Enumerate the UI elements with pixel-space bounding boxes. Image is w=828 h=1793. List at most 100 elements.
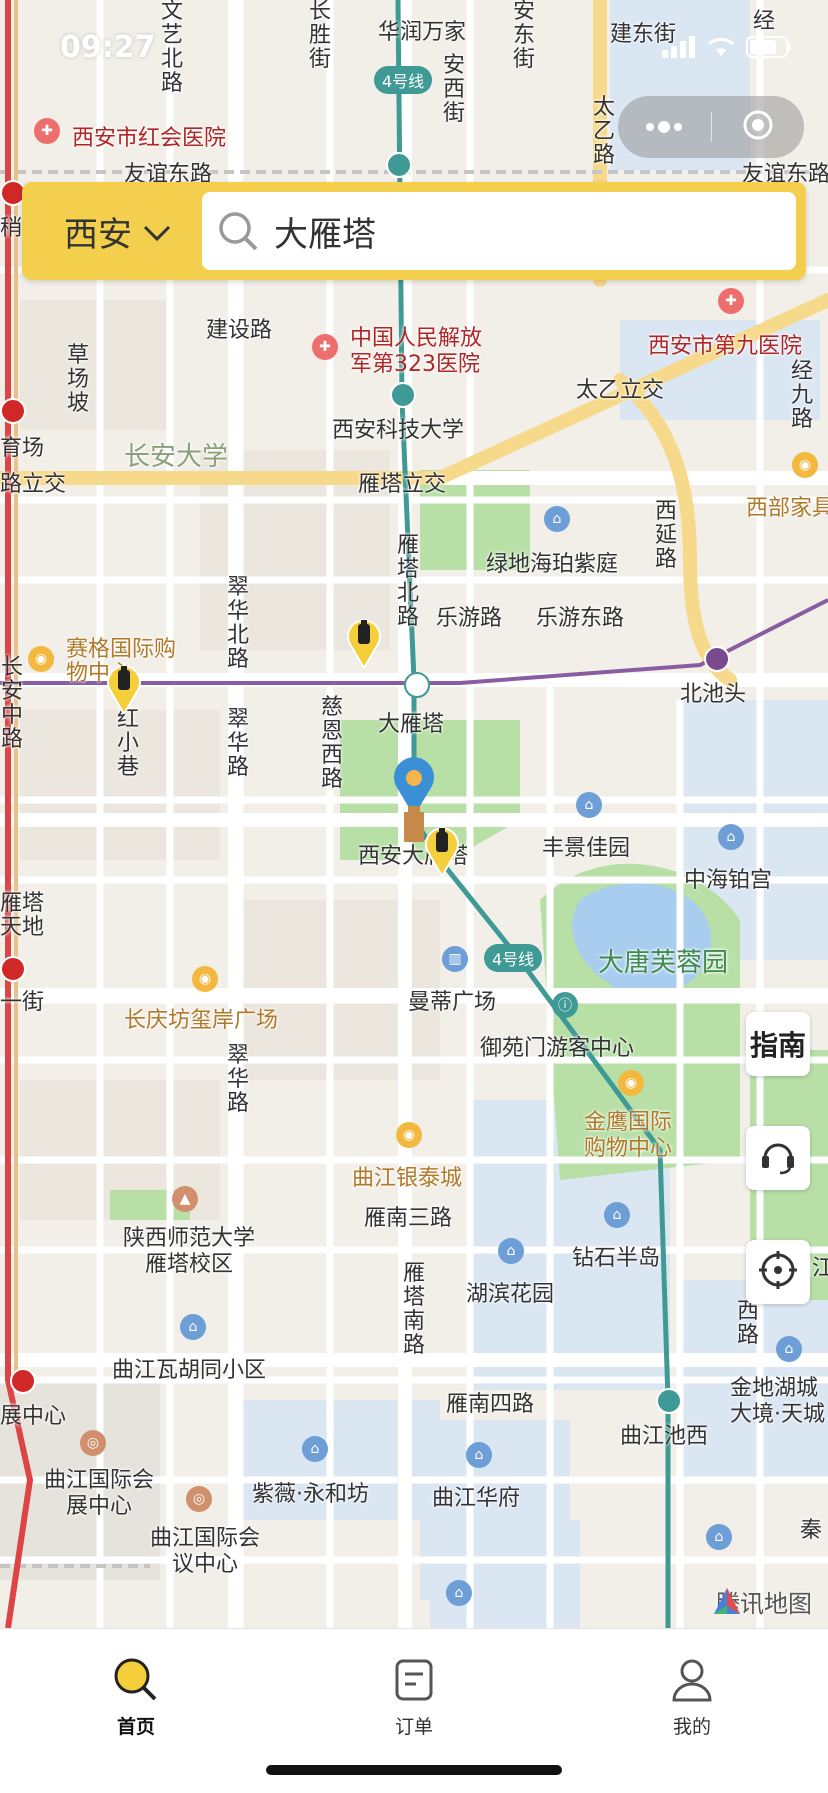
hospital-icon: ✚ [34,118,60,144]
residence-icon: ⌂ [706,1524,732,1550]
map-label[interactable]: 金地湖城大境·天城 [730,1376,828,1428]
metro-station-icon [10,1368,36,1394]
map-label: 草场坡 [66,343,89,416]
shopping-icon: ◉ [396,1122,422,1148]
map-label: 展中心 [0,1404,67,1429]
metro-station-icon [0,956,26,982]
tab-label: 我的 [672,1716,711,1738]
map-label: 长安中路 [0,655,23,752]
map-label[interactable]: 西安市第九医院 [648,328,802,360]
map-label: 建设路 [206,318,273,343]
map-label: 乐游东路 [536,606,625,631]
home-indicator [266,1765,562,1775]
status-icons [662,36,792,62]
search-icon [216,209,260,253]
map-label: 雁塔立交 [358,472,447,497]
metro-station-icon [704,646,730,672]
guide-button[interactable]: 指南 [746,1012,810,1076]
map-label: 路立交 [0,472,67,497]
map-label[interactable]: 西安科技大学 [332,412,464,444]
tab-home[interactable]: 首页 [56,1629,216,1739]
map-label: 乐游路 [436,606,503,631]
tab-bar: 首页 订单 我的 [0,1628,828,1793]
map-label[interactable]: 丰景佳园 [542,830,630,862]
map-label: 育场 [0,436,45,461]
residence-icon: ⌂ [576,792,602,818]
map-label[interactable]: 西部家具 [746,490,828,522]
map-label: 慈恩西路 [320,695,343,792]
locate-me-button[interactable] [746,1240,810,1304]
map-label[interactable]: 曲江华府 [432,1480,520,1512]
tab-profile[interactable]: 我的 [612,1629,772,1739]
map-label[interactable]: 曲江银泰城 [352,1160,462,1192]
map-label[interactable]: 中海铂宫 [684,862,772,894]
map-label[interactable]: 长安大学 [124,436,228,473]
map-label[interactable]: 曲江国际会展中心 [44,1468,154,1520]
metro-station-icon [0,398,26,424]
shopping-icon: ◉ [192,966,218,992]
status-time: 09:27 [60,30,156,65]
order-list-icon [394,1658,434,1706]
map-label: 雁塔天地 [0,891,45,940]
location-marker-icon[interactable] [392,756,436,846]
more-dots-icon [644,118,684,137]
search-query: 大雁塔 [274,214,376,255]
residence-icon: ⌂ [466,1442,492,1468]
close-button[interactable] [712,96,805,158]
residence-icon: ⌂ [718,824,744,850]
visitor-center-icon: ⓘ [552,992,578,1018]
map-label[interactable]: 曲江国际会议中心 [150,1526,260,1578]
more-button[interactable] [618,96,711,158]
map-label[interactable]: 中国人民解放军第323医院 [350,326,500,378]
map-label[interactable]: 钻石半岛 [572,1240,660,1272]
map-label[interactable]: 大雁塔 [378,706,444,738]
metro-transfer-icon [404,672,430,698]
exhibition-icon: ◎ [186,1486,212,1512]
map-label[interactable]: 北池头 [680,676,746,708]
status-bar: 09:27 [0,0,828,96]
residence-icon: ⌂ [180,1314,206,1340]
tab-label: 订单 [394,1716,433,1738]
customer-service-button[interactable] [746,1126,810,1190]
guide-label: 指南 [749,1029,806,1062]
close-target-icon [741,108,775,146]
search-input[interactable]: 大雁塔 [202,192,796,270]
map-label[interactable]: 金鹰国际购物中心 [584,1110,684,1162]
cellular-signal-icon [662,36,696,62]
map-label: 西路 [736,1299,759,1348]
school-icon: ▲ [172,1186,198,1212]
map-label[interactable]: 御苑门游客中心 [480,1030,634,1062]
tab-orders[interactable]: 订单 [334,1629,494,1739]
residence-icon: ⌂ [498,1238,524,1264]
map-label: 翠华路 [226,707,249,780]
city-selector[interactable]: 西安 [64,182,172,280]
residence-icon: ⌂ [776,1336,802,1362]
map-label: 翠华路 [226,1043,249,1116]
map-label[interactable]: 曲江池西 [620,1418,708,1450]
metro-station-icon [390,382,416,408]
map-label[interactable]: 曼蒂广场 [408,984,496,1016]
map-label: 一街 [0,990,45,1015]
shopping-icon: ◉ [618,1070,644,1096]
map-label[interactable]: 陕西师范大学雁塔校区 [114,1226,264,1278]
map-label[interactable]: 绿地海珀紫庭 [486,546,618,578]
exhibition-icon: ◎ [80,1430,106,1456]
search-icon [112,1656,160,1706]
map-label[interactable]: 大唐芙蓉园 [598,942,728,979]
shopping-icon: ◉ [792,452,818,478]
map-label[interactable]: 西安市红会医院 [72,120,226,152]
residence-icon: ⌂ [302,1436,328,1462]
map-label[interactable]: 长庆坊玺岸广场 [124,1002,278,1034]
map-label: 雁南三路 [364,1206,453,1231]
tab-label: 首页 [116,1716,155,1738]
bottle-pin-icon[interactable] [106,660,142,714]
mini-program-capsule [618,96,804,158]
map-label[interactable]: 曲江瓦胡同小区 [112,1352,266,1384]
search-bar: 西安 大雁塔 [22,182,806,280]
metro-station-icon [656,1388,682,1414]
bottle-pin-icon[interactable] [346,614,382,668]
map-label[interactable]: 紫薇·永和坊 [252,1476,369,1508]
map-label: 雁塔南路 [402,1261,425,1358]
map-label[interactable]: 湖滨花园 [466,1276,554,1308]
hospital-icon: ✚ [718,288,744,314]
